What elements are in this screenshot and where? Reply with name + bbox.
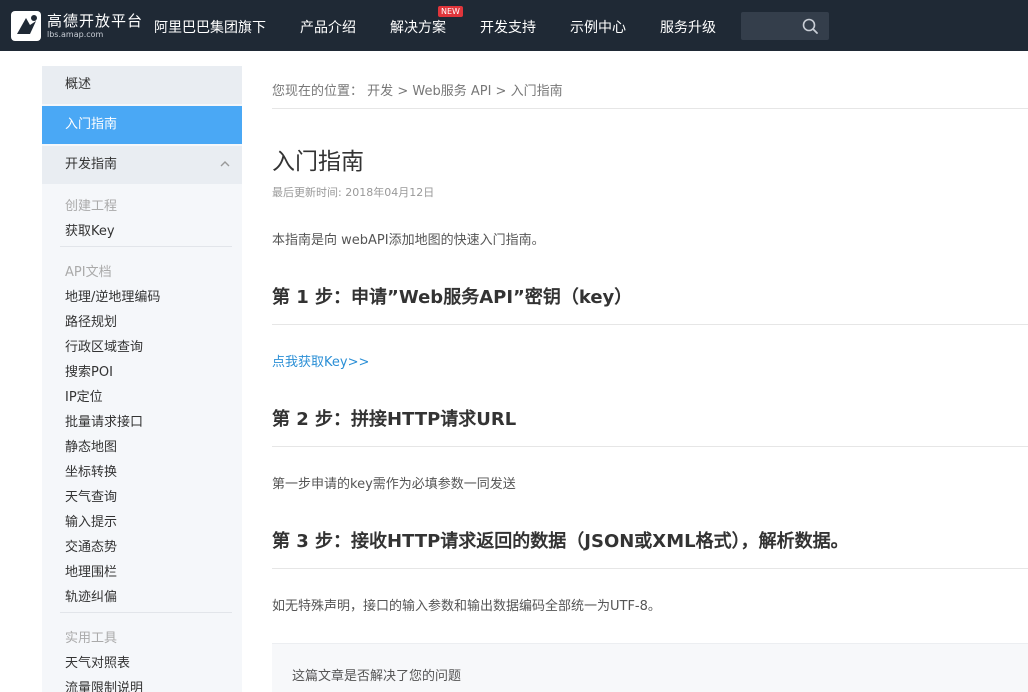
sidebar-item-geofence[interactable]: 地理围栏	[65, 561, 117, 580]
sidebar-item-dev-guide-label: 开发指南	[65, 157, 118, 172]
nav-item-upgrade[interactable]: 服务升级	[660, 17, 716, 37]
sidebar-item-track-correction[interactable]: 轨迹纠偏	[65, 586, 117, 605]
breadcrumb-separator: >	[495, 84, 507, 99]
breadcrumb: 您现在的位置： 开发 > Web服务 API > 入门指南	[272, 80, 563, 99]
feedback-box: 这篇文章是否解决了您的问题	[272, 643, 1028, 692]
logo-title: 高德开放平台	[47, 12, 144, 30]
sidebar-divider	[60, 612, 232, 613]
step-3-heading: 第 3 步：接收HTTP请求返回的数据（JSON或XML格式），解析数据。	[272, 531, 849, 552]
sidebar-item-geocoding[interactable]: 地理/逆地理编码	[65, 286, 160, 305]
sidebar-group-create-project: 创建工程	[65, 199, 118, 214]
sidebar-item-input-tips[interactable]: 输入提示	[65, 511, 117, 530]
sidebar-item-search-poi[interactable]: 搜索POI	[65, 361, 113, 380]
page-title: 入门指南	[272, 149, 364, 175]
divider	[272, 446, 1028, 447]
breadcrumb-separator: >	[397, 84, 409, 99]
step-2-heading: 第 2 步：拼接HTTP请求URL	[272, 409, 517, 430]
logo[interactable]: 高德开放平台 lbs.amap.com	[10, 8, 144, 44]
feedback-question: 这篇文章是否解决了您的问题	[292, 669, 462, 684]
nav-item-products[interactable]: 产品介绍	[300, 17, 356, 37]
divider	[272, 108, 1028, 109]
logo-subtitle: lbs.amap.com	[47, 30, 104, 39]
sidebar-item-static-map[interactable]: 静态地图	[65, 436, 117, 455]
chevron-up-icon[interactable]	[220, 160, 230, 168]
sidebar-item-traffic[interactable]: 交通态势	[65, 536, 117, 555]
sidebar-item-route-planning[interactable]: 路径规划	[65, 311, 117, 330]
intro-text: 本指南是向 webAPI添加地图的快速入门指南。	[272, 233, 545, 248]
amap-logo-icon	[11, 11, 41, 41]
search-box	[741, 12, 829, 40]
sidebar: 概述 入门指南 开发指南 创建工程 获取Key API文档 地理/逆地理编码 路…	[42, 66, 242, 692]
sidebar-group-api-docs: API文档	[65, 265, 112, 280]
breadcrumb-item-dev[interactable]: 开发	[367, 84, 393, 99]
sidebar-divider	[60, 246, 232, 247]
nav-item-alibaba[interactable]: 阿里巴巴集团旗下	[154, 17, 266, 37]
step-1-heading: 第 1 步：申请”Web服务API”密钥（key）	[272, 287, 633, 308]
sidebar-item-rate-limit[interactable]: 流量限制说明	[65, 677, 143, 692]
new-badge: NEW	[438, 6, 463, 17]
sidebar-item-get-key[interactable]: 获取Key	[65, 220, 115, 239]
sidebar-item-weather-table[interactable]: 天气对照表	[65, 652, 130, 671]
step-3-text: 如无特殊声明，接口的输入参数和输出数据编码全部统一为UTF-8。	[272, 599, 661, 614]
last-updated: 最后更新时间: 2018年04月12日	[272, 186, 435, 199]
step-2-text: 第一步申请的key需作为必填参数一同发送	[272, 477, 516, 492]
sidebar-group-tools: 实用工具	[65, 631, 118, 646]
sidebar-item-weather[interactable]: 天气查询	[65, 486, 117, 505]
divider	[272, 324, 1028, 325]
sidebar-item-getting-started[interactable]: 入门指南	[42, 106, 242, 144]
divider	[272, 568, 1028, 569]
sidebar-item-overview[interactable]: 概述	[42, 66, 242, 104]
breadcrumb-item-web-api[interactable]: Web服务 API	[412, 84, 491, 99]
get-key-link[interactable]: 点我获取Key>>	[272, 351, 369, 370]
breadcrumb-item-current: 入门指南	[510, 84, 563, 99]
sidebar-item-ip-location[interactable]: IP定位	[65, 386, 103, 405]
search-input[interactable]	[741, 12, 799, 40]
sidebar-item-district-query[interactable]: 行政区域查询	[65, 336, 143, 355]
sidebar-item-coord-convert[interactable]: 坐标转换	[65, 461, 117, 480]
nav-item-examples[interactable]: 示例中心	[570, 17, 626, 37]
sidebar-item-batch-request[interactable]: 批量请求接口	[65, 411, 143, 430]
breadcrumb-prefix: 您现在的位置：	[272, 84, 364, 99]
nav-item-dev-support[interactable]: 开发支持	[480, 17, 536, 37]
sidebar-item-dev-guide[interactable]: 开发指南	[42, 146, 242, 184]
nav-item-solutions[interactable]: 解决方案	[390, 17, 446, 37]
top-nav-bar: 高德开放平台 lbs.amap.com 阿里巴巴集团旗下 产品介绍 解决方案 N…	[0, 0, 1028, 51]
search-icon[interactable]	[801, 17, 819, 35]
